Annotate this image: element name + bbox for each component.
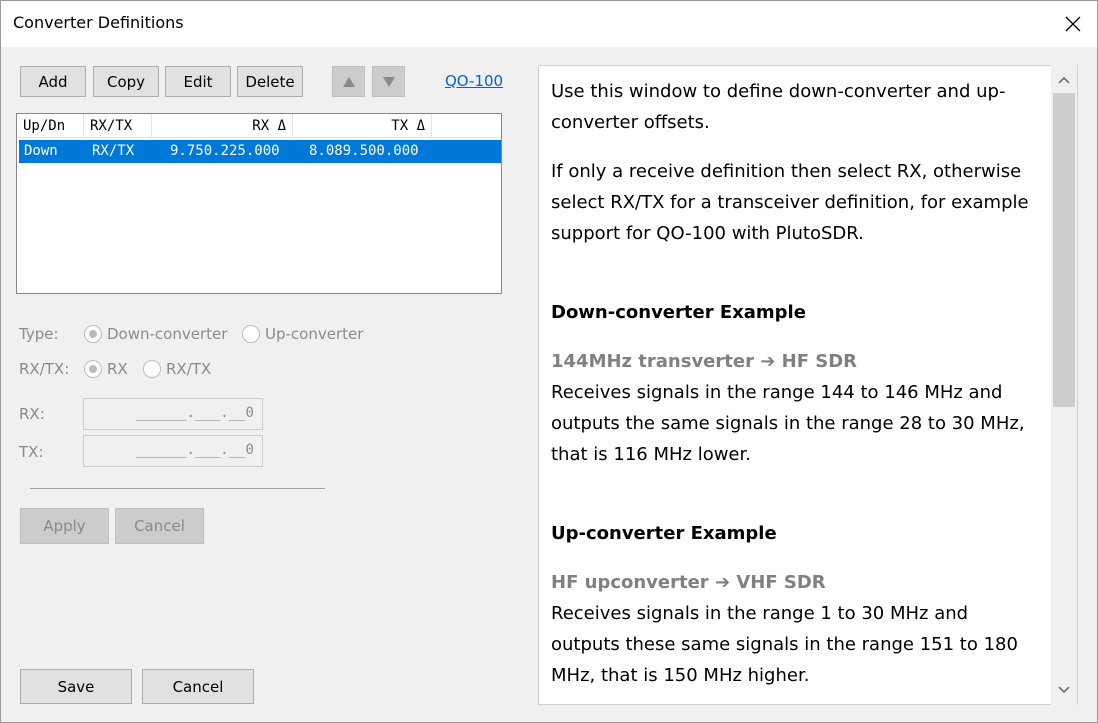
tx-field-label: TX: [19, 443, 44, 461]
table-row[interactable]: Down RX/TX 9.750.225.000 8.089.500.000 [19, 140, 501, 163]
close-icon [1065, 16, 1081, 32]
triangle-up-icon [342, 76, 355, 87]
cancel-button[interactable]: Cancel [142, 669, 254, 704]
scroll-down-button[interactable] [1051, 677, 1077, 703]
add-button[interactable]: Add [20, 66, 86, 97]
type-label: Type: [19, 325, 59, 343]
title-bar: Converter Definitions [1, 1, 1097, 47]
down-converter-subheading: 144MHz transverter ➔ HF SDR [551, 346, 1041, 377]
chevron-down-icon [1058, 686, 1070, 694]
rx-radio[interactable] [84, 360, 102, 378]
rx-field-label: RX: [19, 405, 45, 423]
down-sub-source: 144MHz transverter [551, 351, 754, 372]
converter-definitions-window: Converter Definitions Add Copy Edit Dele… [0, 0, 1098, 723]
arrow-right-icon: ➔ [760, 351, 776, 372]
down-converter-label: Down-converter [107, 325, 228, 343]
converter-list[interactable]: Up/Dn RX/TX RX Δ TX Δ Down RX/TX 9.750.2… [16, 113, 502, 294]
separator [30, 488, 325, 489]
rx-offset-input[interactable]: ______.___.__0 [83, 398, 263, 430]
up-converter-label: Up-converter [265, 325, 364, 343]
chevron-up-icon [1058, 76, 1070, 84]
edit-button[interactable]: Edit [165, 66, 231, 97]
window-title: Converter Definitions [13, 13, 184, 32]
help-para2: If only a receive definition then select… [551, 161, 1029, 244]
close-button[interactable] [1049, 1, 1097, 47]
down-converter-heading: Down-converter Example [551, 302, 806, 323]
column-header-tx-delta[interactable]: TX Δ [293, 114, 432, 138]
help-scrollbar[interactable] [1051, 65, 1077, 705]
column-header-rx-delta[interactable]: RX Δ [152, 114, 293, 138]
cell-tx-delta: 8.089.500.000 [309, 143, 419, 159]
column-header-updn[interactable]: Up/Dn [17, 114, 84, 138]
up-converter-heading: Up-converter Example [551, 523, 777, 544]
tx-offset-input[interactable]: ______.___.__0 [83, 435, 263, 467]
copy-button[interactable]: Copy [93, 66, 159, 97]
qo100-link[interactable]: QO-100 [445, 72, 503, 90]
triangle-down-icon [382, 76, 395, 87]
down-converter-radio[interactable] [84, 325, 102, 343]
form-cancel-button[interactable]: Cancel [115, 508, 204, 544]
help-panel[interactable]: Use this window to define down-converter… [538, 65, 1078, 705]
radio-selected-dot [89, 330, 97, 338]
move-down-button[interactable] [372, 66, 405, 97]
rxtx-option-label: RX/TX [166, 360, 212, 378]
scroll-thumb[interactable] [1053, 93, 1075, 407]
rxtx-radio[interactable] [143, 360, 161, 378]
down-converter-text: Receives signals in the range 144 to 146… [551, 382, 1025, 465]
up-converter-radio[interactable] [242, 325, 260, 343]
scroll-up-button[interactable] [1051, 67, 1077, 93]
list-header: Up/Dn RX/TX RX Δ TX Δ [17, 114, 501, 138]
rx-option-label: RX [107, 360, 128, 378]
up-converter-subheading: HF upconverter ➔ VHF SDR [551, 567, 1041, 598]
radio-selected-dot [89, 365, 97, 373]
help-content: Use this window to define down-converter… [551, 76, 1041, 704]
save-button[interactable]: Save [20, 669, 132, 704]
move-up-button[interactable] [332, 66, 365, 97]
up-converter-text: Receives signals in the range 1 to 30 MH… [551, 603, 1018, 686]
up-sub-target: VHF SDR [736, 572, 826, 593]
cell-rxtx: RX/TX [92, 143, 135, 159]
cell-updn: Down [24, 143, 58, 159]
arrow-right-icon: ➔ [714, 572, 731, 593]
rxtx-label: RX/TX: [19, 360, 70, 378]
help-intro: Use this window to define down-converter… [551, 81, 1006, 133]
down-sub-target: HF SDR [781, 351, 858, 372]
apply-button[interactable]: Apply [20, 508, 109, 544]
column-header-rxtx[interactable]: RX/TX [84, 114, 152, 138]
delete-button[interactable]: Delete [237, 66, 303, 97]
cell-rx-delta: 9.750.225.000 [170, 143, 280, 159]
up-sub-source: HF upconverter [551, 572, 709, 593]
